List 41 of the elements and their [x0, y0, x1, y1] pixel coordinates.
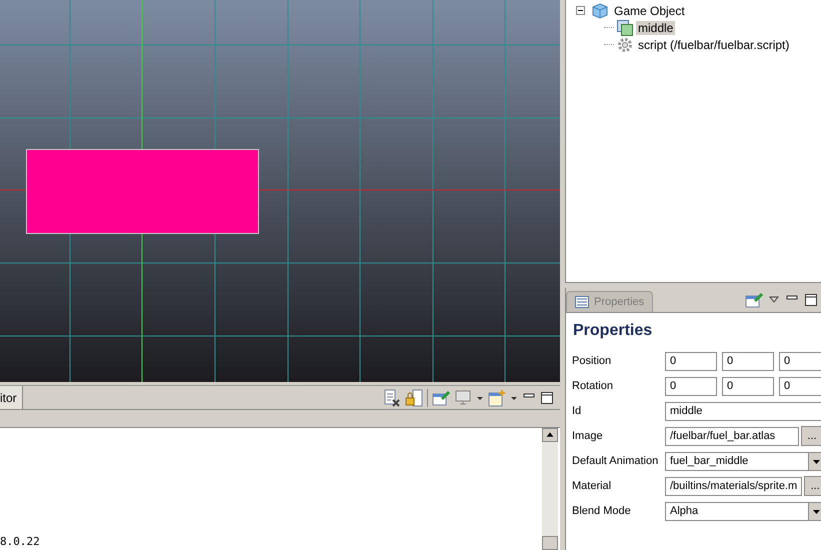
scene-viewport[interactable] — [0, 0, 560, 382]
number-field[interactable]: 0 — [665, 352, 717, 370]
number-field[interactable]: 0 — [665, 376, 717, 396]
field-label: Default Animation — [572, 454, 660, 469]
pin-window-icon[interactable] — [745, 291, 763, 309]
collapse-toggle[interactable] — [576, 6, 585, 15]
tree-item[interactable]: Game Object — [612, 4, 687, 18]
console-tab[interactable]: itor — [0, 386, 23, 409]
number-field[interactable]: 0 — [779, 376, 821, 396]
console-output: 8.0.22 — [0, 535, 40, 548]
tree-item[interactable]: middle — [636, 20, 676, 34]
dropdown[interactable]: Alpha — [665, 502, 821, 520]
scroll-lock-icon[interactable] — [405, 388, 423, 406]
text-field[interactable]: middle — [665, 402, 821, 420]
path-field[interactable]: /fuelbar/fuel_bar.atlas — [665, 426, 799, 446]
panel-heading: Properties — [573, 322, 654, 340]
number-field[interactable]: 0 — [722, 376, 774, 396]
number-field[interactable]: 0 — [722, 352, 774, 370]
image-icon — [617, 20, 633, 36]
field-label: Material — [572, 479, 612, 494]
field-label: Blend Mode — [572, 504, 632, 519]
maximize-icon[interactable] — [540, 390, 554, 404]
field-label: Id — [572, 404, 582, 419]
maximize-icon[interactable] — [804, 293, 818, 307]
scrollbar[interactable] — [542, 428, 558, 550]
gear-icon — [617, 36, 633, 52]
tree-item[interactable]: script (/fuelbar/fuelbar.script) — [636, 38, 792, 52]
document-clear-icon[interactable] — [383, 388, 401, 406]
dropdown[interactable]: fuel_bar_middle — [665, 452, 821, 470]
field-label: Rotation — [572, 379, 614, 394]
pin-window-icon[interactable] — [432, 388, 450, 406]
field-label: Image — [572, 429, 604, 444]
scroll-thumb[interactable] — [542, 536, 558, 550]
browse-button[interactable]: ... — [804, 476, 821, 496]
path-field[interactable]: /builtins/materials/sprite.m — [665, 476, 802, 496]
cube-icon — [591, 2, 609, 18]
list-icon — [575, 296, 589, 308]
browse-button[interactable]: ... — [801, 426, 821, 446]
field-label: Position — [572, 354, 612, 369]
scroll-up-icon[interactable] — [542, 428, 558, 442]
number-field[interactable]: 0 — [779, 352, 821, 370]
